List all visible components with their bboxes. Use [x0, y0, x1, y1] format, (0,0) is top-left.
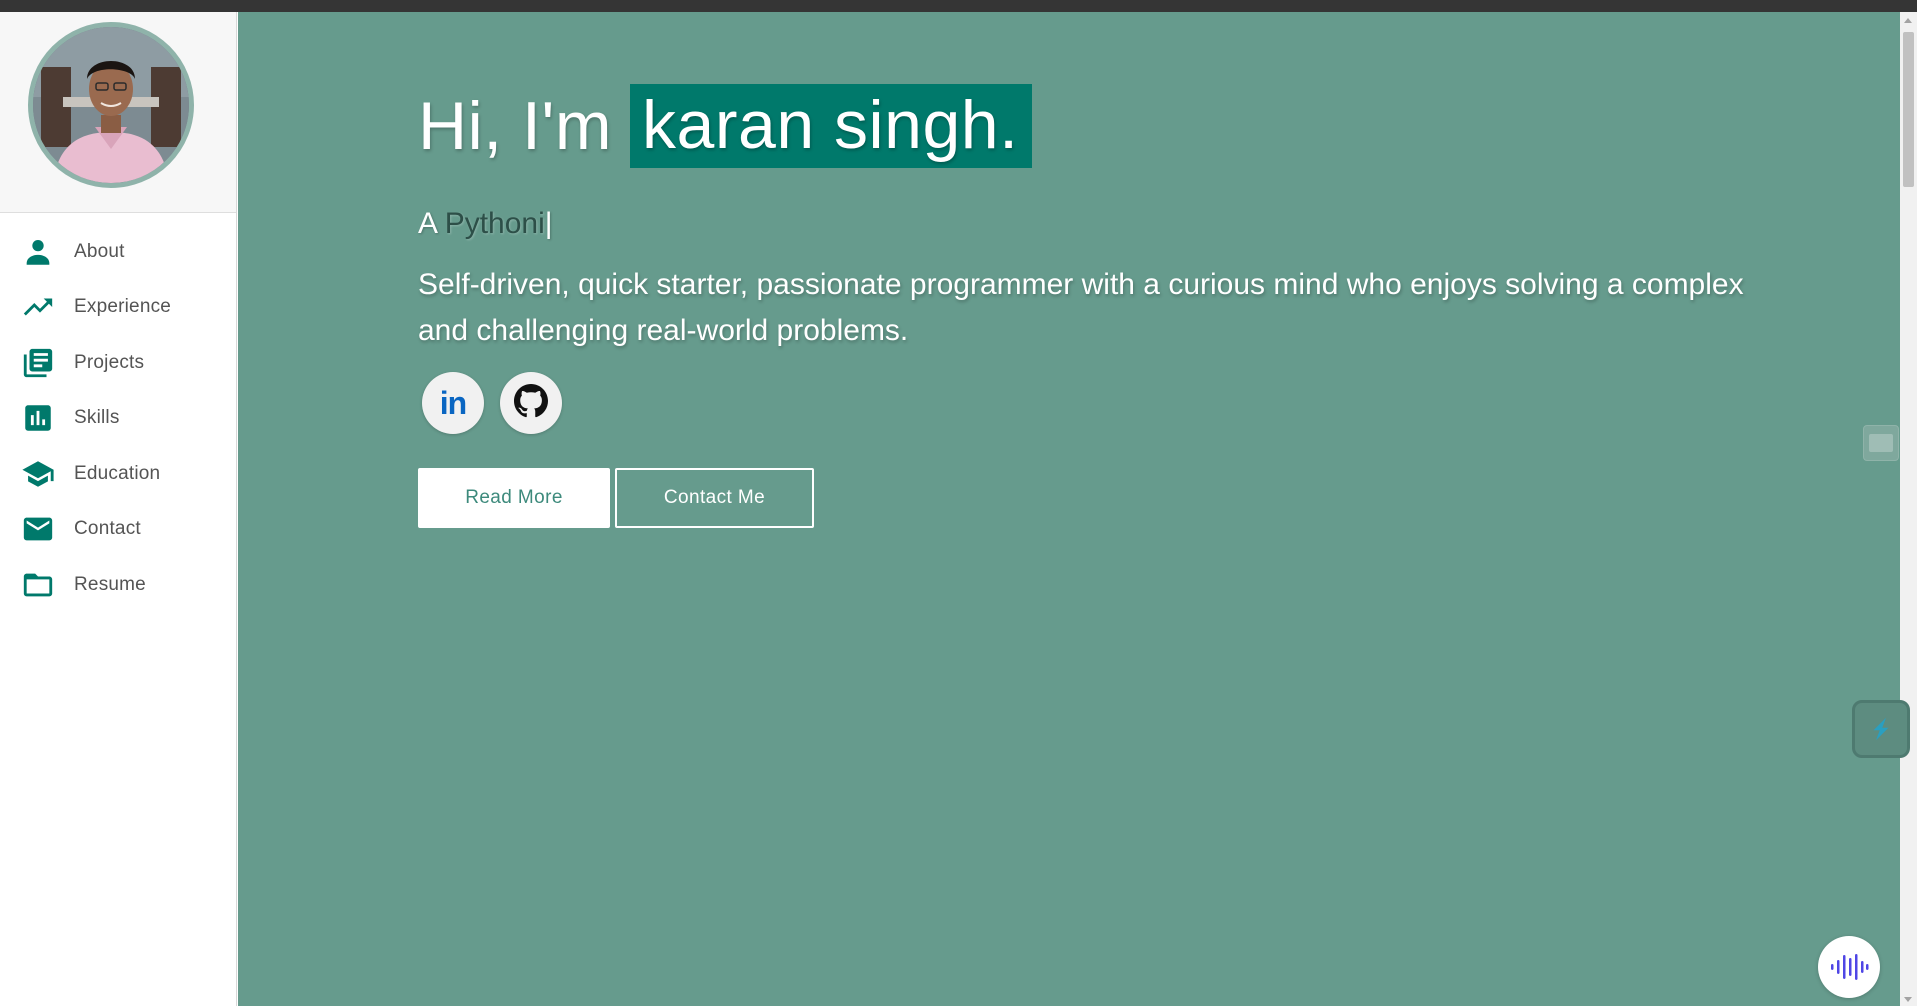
- person-icon: [20, 234, 56, 270]
- browser-top-bar: [0, 0, 1917, 12]
- sidebar-item-label: Education: [74, 462, 161, 484]
- contact-me-button[interactable]: Contact Me: [615, 468, 814, 528]
- sidebar-item-label: About: [74, 240, 125, 262]
- sidebar-item-education[interactable]: Education: [0, 446, 236, 502]
- bar-chart-icon: [20, 400, 56, 436]
- hero-bio: Self-driven, quick starter, passionate p…: [418, 268, 1744, 347]
- bolt-widget-button[interactable]: [1852, 700, 1910, 758]
- typed-cursor: |: [544, 207, 553, 240]
- extension-widget-icon[interactable]: [1863, 425, 1899, 461]
- avatar: [28, 22, 194, 188]
- scroll-thumb[interactable]: [1903, 32, 1914, 187]
- sidebar-nav: About Experience Projects Skills Educati…: [0, 224, 236, 613]
- scroll-down-arrow-icon[interactable]: [1904, 997, 1912, 1002]
- avatar-photo: [33, 27, 189, 183]
- sidebar-item-about[interactable]: About: [0, 224, 236, 280]
- scroll-up-arrow-icon[interactable]: [1904, 18, 1912, 23]
- page-scrollbar[interactable]: [1900, 12, 1917, 1006]
- hero-name-highlight: karan singh.: [630, 84, 1033, 168]
- social-links: in: [422, 372, 562, 434]
- waveform-icon: [1831, 954, 1869, 980]
- github-link[interactable]: [500, 372, 562, 434]
- sidebar-item-contact[interactable]: Contact: [0, 502, 236, 558]
- sidebar-item-label: Contact: [74, 518, 141, 540]
- typed-role: Pythoni: [444, 207, 545, 240]
- hero-buttons: Read More Contact Me: [418, 468, 814, 528]
- sidebar-header: [0, 12, 236, 213]
- sidebar-item-label: Resume: [74, 573, 146, 595]
- sidebar-item-label: Experience: [74, 296, 172, 318]
- library-books-icon: [20, 345, 56, 381]
- voice-assistant-button[interactable]: [1818, 936, 1880, 998]
- sidebar-item-label: Skills: [74, 407, 120, 429]
- sidebar-item-projects[interactable]: Projects: [0, 335, 236, 391]
- sidebar-item-resume[interactable]: Resume: [0, 557, 236, 613]
- extension-widget-inner: [1869, 434, 1893, 452]
- linkedin-link[interactable]: in: [422, 372, 484, 434]
- sidebar-item-experience[interactable]: Experience: [0, 280, 236, 336]
- trending-up-icon: [20, 289, 56, 325]
- read-more-button[interactable]: Read More: [418, 468, 610, 528]
- hero-headline: Hi, I'm karan singh.: [418, 84, 1033, 168]
- mail-icon: [20, 511, 56, 547]
- graduation-cap-icon: [20, 456, 56, 492]
- bolt-icon: [1873, 717, 1889, 741]
- typed-prefix: A: [418, 207, 445, 240]
- typed-role-line: A Pythoni|: [418, 207, 553, 241]
- github-icon: [514, 383, 548, 423]
- sidebar-item-skills[interactable]: Skills: [0, 391, 236, 447]
- sidebar: About Experience Projects Skills Educati…: [0, 12, 237, 1006]
- hero-section: Hi, I'm karan singh. A Pythoni| Self-dri…: [238, 12, 1900, 1006]
- sidebar-item-label: Projects: [74, 351, 145, 373]
- folder-icon: [20, 567, 56, 603]
- hero-greeting: Hi, I'm: [418, 88, 613, 164]
- linkedin-icon: in: [439, 384, 467, 421]
